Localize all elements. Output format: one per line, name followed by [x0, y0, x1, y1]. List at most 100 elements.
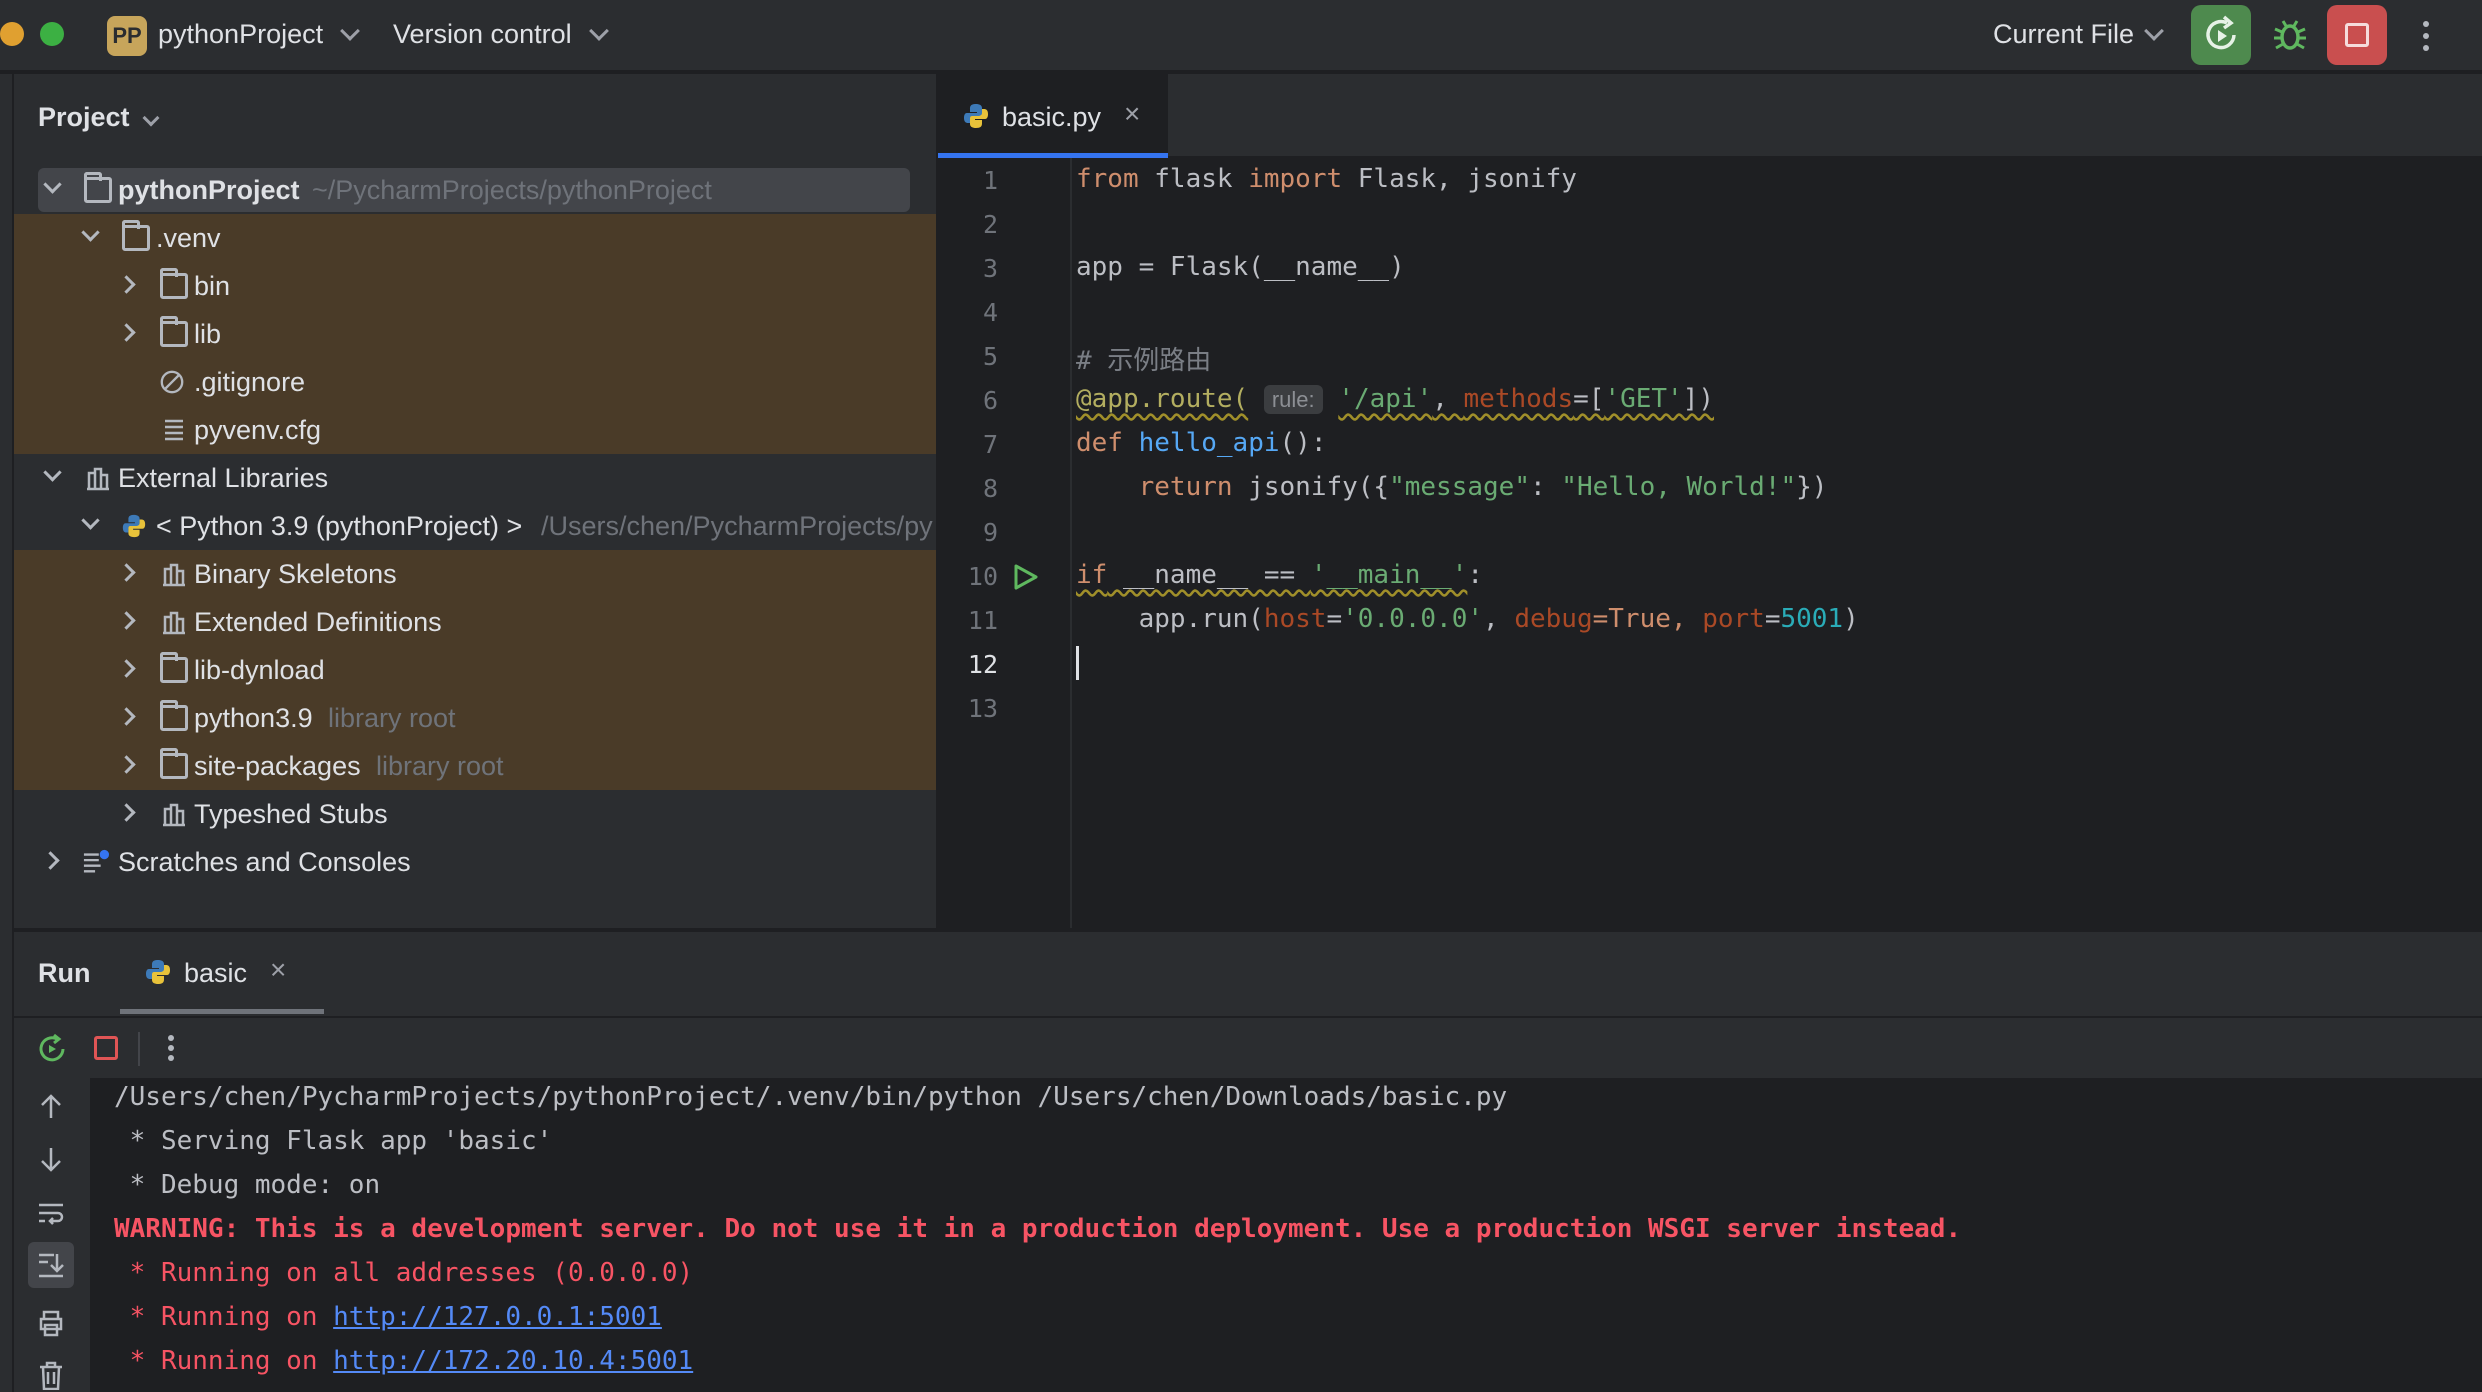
- console-line: * Debug mode: on: [114, 1170, 381, 1200]
- tab-basic-py[interactable]: basic.py ×: [938, 74, 1168, 158]
- window-minimize-button[interactable]: [0, 22, 24, 46]
- arrow-up-icon[interactable]: [36, 1092, 66, 1122]
- chevron-right-icon[interactable]: [117, 323, 136, 342]
- print-icon[interactable]: [36, 1308, 66, 1338]
- run-config-selector[interactable]: Current File: [1993, 19, 2134, 50]
- more-vertical-icon: [2423, 21, 2429, 51]
- token: port: [1702, 604, 1765, 634]
- run-panel-title[interactable]: Run: [38, 958, 90, 989]
- token: '0.0.0.0': [1342, 604, 1484, 634]
- close-tab-icon[interactable]: ×: [1124, 98, 1140, 130]
- run-gutter-icon[interactable]: [1010, 562, 1040, 592]
- folder-icon: [160, 700, 188, 731]
- chevron-right-icon[interactable]: [117, 803, 136, 822]
- token: "Hello, World!": [1561, 472, 1797, 502]
- token: =[: [1573, 384, 1605, 414]
- tree-item-site-packages[interactable]: site-packages library root: [14, 742, 936, 790]
- rerun-button[interactable]: [2191, 5, 2251, 65]
- project-panel: Project pythonProject ~/PycharmProjects/…: [0, 74, 936, 928]
- tree-item-pythonproject[interactable]: pythonProject ~/PycharmProjects/pythonPr…: [14, 166, 936, 214]
- project-badge[interactable]: PP: [107, 16, 147, 56]
- debug-button[interactable]: [2260, 5, 2320, 65]
- tree-item-typeshed-stubs[interactable]: Typeshed Stubs: [14, 790, 936, 838]
- library-icon: [87, 467, 109, 491]
- project-panel-title[interactable]: Project: [38, 102, 130, 133]
- console-link-local[interactable]: http://127.0.0.1:5001: [333, 1302, 662, 1332]
- token: host: [1263, 604, 1327, 634]
- chevron-down-icon[interactable]: [340, 21, 360, 41]
- token: ]): [1682, 384, 1715, 414]
- more-vertical-icon[interactable]: [164, 1032, 178, 1064]
- window-zoom-button[interactable]: [40, 22, 64, 46]
- folder-icon: [160, 268, 188, 299]
- console-line: * Running on http://172.20.10.4:5001: [114, 1346, 694, 1376]
- console-link-network[interactable]: http://172.20.10.4:5001: [333, 1346, 693, 1376]
- run-tab-basic[interactable]: basic: [184, 958, 247, 989]
- tree-item-label: .venv: [156, 223, 221, 253]
- tree-item-python39[interactable]: python3.9 library root: [14, 694, 936, 742]
- chevron-down-icon[interactable]: [81, 223, 100, 242]
- chevron-right-icon[interactable]: [117, 563, 136, 582]
- rerun-icon[interactable]: [36, 1032, 68, 1064]
- tree-item-lib[interactable]: lib: [14, 310, 936, 358]
- chevron-right-icon[interactable]: [117, 755, 136, 774]
- rerun-icon: [2206, 15, 2236, 50]
- arrow-down-icon[interactable]: [36, 1144, 66, 1174]
- console-text: * Running on: [114, 1346, 334, 1376]
- tree-item-label: Scratches and Consoles: [118, 847, 411, 877]
- chevron-down-icon[interactable]: [589, 21, 609, 41]
- chevron-down-icon[interactable]: [2144, 21, 2164, 41]
- line-number-current: 12: [967, 650, 998, 679]
- tree-item-lib-dynload[interactable]: lib-dynload: [14, 646, 936, 694]
- run-toolbar: [14, 1016, 2482, 1076]
- param-hint: rule:: [1263, 385, 1323, 414]
- tree-item-extended-definitions[interactable]: Extended Definitions: [14, 598, 936, 646]
- stop-icon[interactable]: [94, 1036, 118, 1060]
- more-menu-button[interactable]: [2416, 18, 2436, 54]
- chevron-right-icon[interactable]: [117, 659, 136, 678]
- line-number: 4: [982, 298, 998, 327]
- tree-item-python-sdk[interactable]: < Python 3.9 (pythonProject) > /Users/ch…: [14, 502, 936, 550]
- chevron-right-icon[interactable]: [117, 275, 136, 294]
- line-number: 5: [982, 342, 998, 371]
- soft-wrap-icon[interactable]: [36, 1198, 66, 1228]
- chevron-down-icon[interactable]: [81, 511, 100, 530]
- tree-item-pyvenv-cfg[interactable]: pyvenv.cfg: [14, 406, 936, 454]
- console-output[interactable]: /Users/chen/PycharmProjects/pythonProjec…: [90, 1078, 2482, 1392]
- console-warning: WARNING: This is a development server. D…: [114, 1214, 1962, 1244]
- tree-item-gitignore[interactable]: .gitignore: [14, 358, 936, 406]
- trash-icon[interactable]: [36, 1360, 66, 1390]
- tree-item-bin[interactable]: bin: [14, 262, 936, 310]
- project-selector[interactable]: pythonProject: [158, 19, 323, 50]
- tree-item-scratches[interactable]: Scratches and Consoles: [14, 838, 936, 886]
- chevron-right-icon[interactable]: [117, 611, 136, 630]
- scroll-to-end-button[interactable]: [28, 1242, 74, 1288]
- line-number: 6: [982, 386, 998, 415]
- token: =: [1326, 604, 1343, 634]
- token: import: [1248, 164, 1343, 194]
- chevron-down-icon[interactable]: [43, 463, 62, 482]
- tree-item-label: python3.9: [194, 703, 313, 733]
- token: }): [1796, 472, 1828, 502]
- tree-item-label: lib-dynload: [194, 655, 325, 685]
- chevron-down-icon[interactable]: [142, 109, 160, 127]
- chevron-right-icon[interactable]: [41, 851, 60, 870]
- stop-button[interactable]: [2327, 5, 2387, 65]
- line-number: 9: [982, 518, 998, 547]
- editor-gutter: 1 2 3 4 5 6 7 8 9 10 11 12 13: [938, 158, 1072, 928]
- bug-icon: [2274, 20, 2306, 50]
- version-control-menu[interactable]: Version control: [393, 19, 572, 50]
- tree-item-label: Extended Definitions: [194, 607, 442, 637]
- close-tab-icon[interactable]: ×: [270, 954, 286, 986]
- folder-icon: [122, 220, 150, 251]
- token: :: [1467, 560, 1484, 590]
- scroll-to-end-icon: [39, 1253, 64, 1278]
- tree-item-venv[interactable]: .venv: [14, 214, 936, 262]
- folder-icon: [84, 172, 112, 203]
- run-panel: Run basic × /Users/chen/PycharmProjects/…: [0, 930, 2482, 1392]
- tree-item-external-libraries[interactable]: External Libraries: [14, 454, 936, 502]
- tree-item-binary-skeletons[interactable]: Binary Skeletons: [14, 550, 936, 598]
- run-tab-bar: Run basic ×: [14, 932, 2482, 1014]
- chevron-right-icon[interactable]: [117, 707, 136, 726]
- code-editor[interactable]: from flask import Flask, jsonify app = F…: [1072, 158, 2482, 928]
